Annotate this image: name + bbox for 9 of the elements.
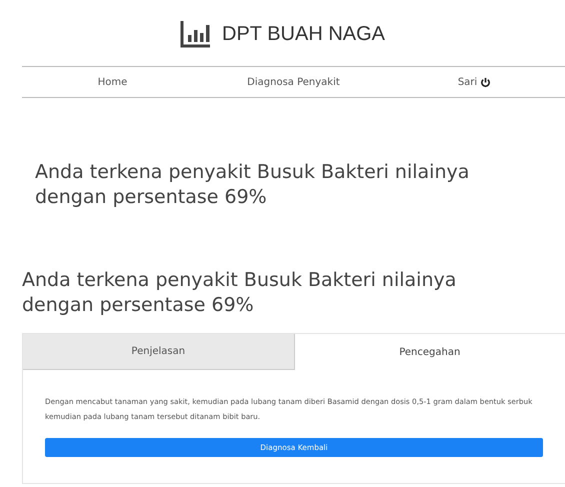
nav-link[interactable]: Home	[98, 76, 128, 88]
result-text: Anda terkena penyakit Busuk Bakteri nilainya dengan persentase 69%	[22, 268, 458, 318]
site-title: DPT BUAH NAGA	[222, 22, 385, 46]
bar-chart-icon	[180, 20, 212, 48]
tab[interactable]: Penjelasan	[23, 334, 294, 370]
nav-link[interactable]: Diagnosa Penyakit	[247, 76, 340, 88]
logout-link[interactable]: Sari	[458, 76, 492, 88]
power-icon	[480, 76, 492, 88]
result-text: Anda terkena penyakit Busuk Bakteri nilainya dengan persentase 69%	[35, 160, 470, 210]
